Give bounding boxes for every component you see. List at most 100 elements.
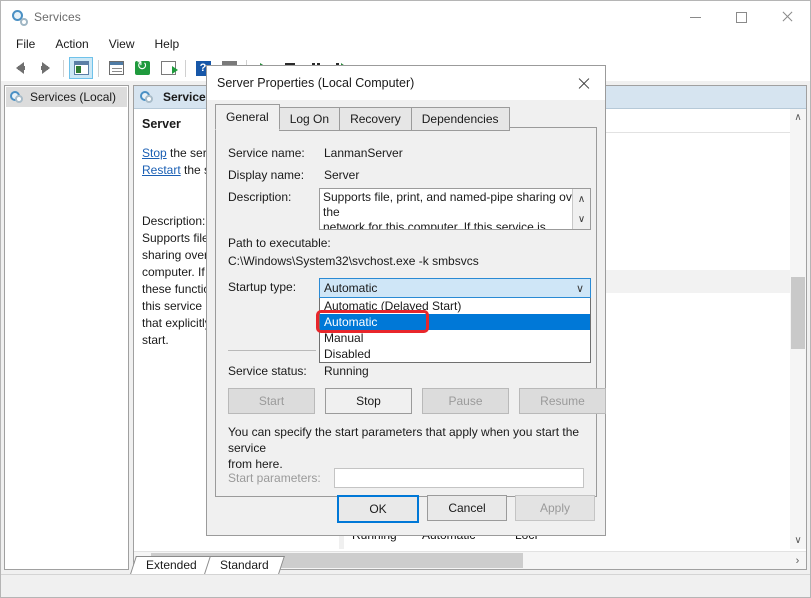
dialog-footer-buttons: OK Cancel Apply (337, 495, 595, 523)
export-list-icon[interactable] (156, 57, 180, 79)
server-properties-dialog: Server Properties (Local Computer) Gener… (206, 65, 606, 536)
scroll-right-icon[interactable]: › (789, 552, 806, 569)
dropdown-option-automatic-delayed-start[interactable]: Automatic (Delayed Start) (320, 298, 590, 314)
view-tabs: Extended Standard (133, 554, 278, 574)
dialog-tabs: General Log On Recovery Dependencies (215, 104, 509, 130)
scroll-up-icon[interactable]: ∧ (573, 189, 590, 209)
tab-recovery[interactable]: Recovery (339, 107, 412, 131)
tab-log-on-label: Log On (290, 112, 329, 126)
service-status-value: Running (324, 364, 369, 378)
dropdown-option-disabled[interactable]: Disabled (320, 346, 590, 362)
dialog-title-bar: Server Properties (Local Computer) (207, 66, 605, 100)
sidebar-item-services-local[interactable]: Services (Local) (6, 87, 127, 107)
service-name-value: LanmanServer (324, 146, 403, 160)
properties-icon[interactable] (104, 57, 128, 79)
toolbar-separator (98, 60, 99, 77)
dialog-title: Server Properties (Local Computer) (217, 76, 414, 90)
service-name-row: Service name: LanmanServer (228, 146, 403, 160)
table-row[interactable]: ManualLocı (344, 546, 806, 549)
pause-button[interactable]: Pause (422, 388, 509, 414)
start-parameters-hint: You can specify the start parameters tha… (228, 424, 584, 472)
restart-service-link[interactable]: Restart (142, 163, 181, 177)
start-parameters-row: Start parameters: (228, 468, 584, 488)
console-tree-pane: Services (Local) (4, 85, 129, 570)
toolbar-separator (63, 60, 64, 77)
forward-icon[interactable] (34, 57, 58, 79)
tab-general[interactable]: General (215, 104, 280, 130)
startup-type-label-row: Startup type: (228, 280, 324, 294)
display-name-value: Server (324, 168, 359, 182)
path-value: C:\Windows\System32\svchost.exe -k smbsv… (228, 254, 479, 268)
show-hide-console-tree-icon[interactable] (69, 57, 93, 79)
maximize-button[interactable] (718, 1, 764, 33)
menu-bar: File Action View Help (1, 33, 810, 55)
tab-dependencies-label: Dependencies (422, 112, 499, 126)
path-label-row: Path to executable: (228, 236, 331, 250)
startup-type-label: Startup type: (228, 280, 324, 294)
stop-service-link[interactable]: Stop (142, 146, 167, 160)
start-button[interactable]: Start (228, 388, 315, 414)
display-name-label: Display name: (228, 168, 324, 182)
scroll-down-icon[interactable]: ∨ (573, 209, 590, 229)
window-title: Services (34, 10, 81, 24)
services-gear-icon (11, 9, 27, 25)
cancel-button[interactable]: Cancel (427, 495, 507, 521)
services-window: Services File Action View Help ? (0, 0, 811, 598)
startup-type-combobox[interactable]: Automatic ∨ (319, 278, 591, 298)
description-scrollbar[interactable]: ∧ ∨ (572, 189, 590, 229)
start-parameters-label: Start parameters: (228, 471, 334, 485)
status-bar (1, 574, 810, 597)
description-label: Description: (228, 190, 324, 204)
tab-extended[interactable]: Extended (130, 556, 213, 574)
close-icon[interactable] (561, 66, 605, 100)
menu-action[interactable]: Action (46, 35, 97, 53)
toolbar-separator (185, 60, 186, 77)
window-controls (672, 1, 810, 33)
services-gear-icon (10, 90, 25, 105)
description-line: network for this computer. If this servi… (323, 220, 587, 230)
description-textarea[interactable]: Supports file, print, and named-pipe sha… (319, 188, 591, 230)
menu-view[interactable]: View (100, 35, 144, 53)
hint-line: You can specify the start parameters tha… (228, 424, 584, 456)
startup-type-value: Automatic (324, 281, 377, 295)
general-tab-panel: Service name: LanmanServer Display name:… (215, 127, 597, 497)
sidebar-item-label: Services (Local) (30, 90, 116, 104)
service-status-label: Service status: (228, 364, 324, 378)
minimize-button[interactable] (672, 1, 718, 33)
menu-file[interactable]: File (7, 35, 44, 53)
title-bar: Services (1, 1, 810, 33)
tab-general-label: General (226, 110, 269, 124)
startup-type-dropdown-list[interactable]: Automatic (Delayed Start)AutomaticManual… (319, 298, 591, 363)
tab-log-on[interactable]: Log On (279, 107, 340, 131)
tab-standard[interactable]: Standard (204, 556, 285, 574)
list-vertical-scrollbar[interactable]: ∧ ∨ (790, 109, 806, 549)
start-parameters-input[interactable] (334, 468, 584, 488)
description-line: Supports file, print, and named-pipe sha… (323, 190, 587, 220)
path-value-row: C:\Windows\System32\svchost.exe -k smbsv… (228, 254, 479, 268)
service-name-label: Service name: (228, 146, 324, 160)
vertical-scroll-thumb[interactable] (791, 277, 805, 349)
tab-standard-label: Standard (220, 558, 269, 572)
tab-dependencies[interactable]: Dependencies (411, 107, 510, 131)
scroll-down-icon[interactable]: ∨ (790, 532, 806, 549)
service-control-buttons: Start Stop Pause Resume (228, 388, 606, 414)
refresh-icon[interactable] (130, 57, 154, 79)
description-row: Description: (228, 190, 324, 204)
close-button[interactable] (764, 1, 810, 33)
scroll-up-icon[interactable]: ∧ (790, 109, 806, 126)
stop-button[interactable]: Stop (325, 388, 412, 414)
ok-button[interactable]: OK (337, 495, 419, 523)
apply-button[interactable]: Apply (515, 495, 595, 521)
dropdown-option-manual[interactable]: Manual (320, 330, 590, 346)
services-gear-icon (140, 90, 155, 105)
display-name-row: Display name: Server (228, 168, 359, 182)
back-icon[interactable] (8, 57, 32, 79)
service-status-row: Service status: Running (228, 364, 369, 378)
chevron-down-icon[interactable]: ∨ (576, 282, 584, 295)
tab-extended-label: Extended (146, 558, 197, 572)
resume-button[interactable]: Resume (519, 388, 606, 414)
path-label: Path to executable: (228, 236, 331, 250)
dropdown-option-automatic[interactable]: Automatic (320, 314, 590, 330)
menu-help[interactable]: Help (146, 35, 189, 53)
tab-recovery-label: Recovery (350, 112, 401, 126)
